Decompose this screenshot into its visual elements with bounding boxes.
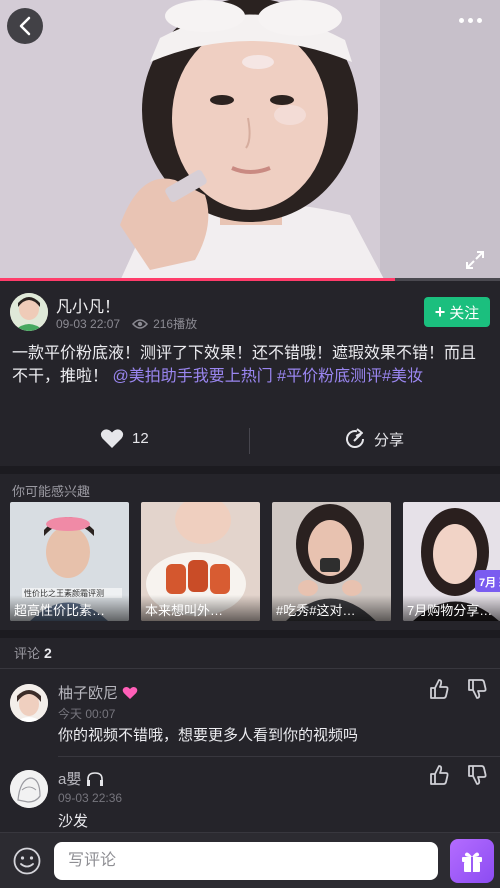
commenter-avatar[interactable] (10, 770, 48, 808)
comment-divider (58, 756, 500, 757)
recommend-caption: #吃秀#这对… (272, 595, 391, 621)
comment-time: 今天 00:07 (58, 707, 116, 721)
comments-header: 评论 2 (14, 643, 52, 662)
view-count: 216播放 (132, 315, 197, 332)
comment-text: 沙发 (58, 813, 89, 830)
thumbs-down-icon[interactable] (466, 764, 488, 786)
chevron-left-icon (19, 16, 31, 36)
section-separator (0, 466, 500, 474)
comment-composer (0, 832, 500, 888)
thumbs-up-icon[interactable] (428, 764, 450, 786)
recommend-list: 性价比之王素颜霜评测 超高性价比素… 本来想叫外… #吃秀#这对… 7月 7月购… (10, 502, 500, 622)
share-label: 分享 (374, 431, 405, 449)
thumb-badge: 7月 彩妆 (479, 577, 500, 589)
like-button[interactable]: 12 (100, 428, 149, 449)
comment-text: 你的视频不错哦，想要更多人看到你的视频吗 (58, 727, 359, 744)
commenter-name-text: a嬰 (58, 771, 82, 788)
post-description: 一款平价粉底液！测评了下效果！还不错哦！遮瑕效果不错！而且不干，推啦！ @美拍助… (12, 342, 490, 388)
back-button[interactable] (7, 8, 43, 44)
author-row: 凡小凡！ 09-03 22:07 216播放 + 关注 (0, 290, 500, 336)
section-separator (0, 630, 500, 638)
post-date: 09-03 22:07 (56, 316, 121, 331)
author-avatar[interactable] (10, 293, 48, 331)
comments-count: 2 (44, 645, 52, 661)
post-meta: 09-03 22:07 216播放 (56, 315, 197, 332)
more-options-icon[interactable] (459, 18, 482, 23)
recommend-video-3[interactable]: #吃秀#这对… (272, 502, 391, 621)
hashtag-link-tail[interactable]: 美妆 (391, 368, 423, 385)
pink-heart-icon (122, 686, 138, 699)
author-name[interactable]: 凡小凡！ (56, 293, 120, 317)
commenter-name-text: 柚子欧尼 (58, 685, 119, 702)
recommend-caption: 7月购物分享… (403, 595, 500, 621)
comments-divider (0, 668, 500, 669)
follow-label: 关注 (449, 304, 480, 322)
plus-icon: + (434, 301, 446, 322)
recommend-caption: 超高性价比素… (10, 595, 129, 621)
headphone-glyph-icon (87, 771, 104, 786)
recommend-video-4[interactable]: 7月 彩妆 7月购物分享… (403, 502, 500, 621)
eye-icon (132, 318, 149, 329)
emoji-icon[interactable] (12, 846, 42, 876)
comment-input[interactable] (54, 842, 438, 880)
video-progress-fill (0, 278, 395, 281)
thumbs-up-icon[interactable] (428, 678, 450, 700)
heart-icon (100, 429, 124, 448)
action-divider (249, 428, 250, 454)
video-progress-bar[interactable] (0, 278, 500, 281)
gift-button[interactable] (450, 839, 494, 883)
fullscreen-icon[interactable] (464, 249, 486, 271)
recommend-caption: 本来想叫外… (141, 595, 260, 621)
mention-link[interactable]: @美拍助手我要上热门 (112, 368, 272, 385)
hashtag-link[interactable]: #平价粉底测评# (277, 368, 391, 385)
video-player[interactable] (0, 0, 500, 281)
recommend-video-1[interactable]: 性价比之王素颜霜评测 超高性价比素… (10, 502, 129, 621)
commenter-name[interactable]: a嬰 (58, 768, 105, 789)
thumbs-down-icon[interactable] (466, 678, 488, 700)
share-button[interactable]: 分享 (344, 428, 404, 450)
comments-label: 评论 (14, 646, 41, 661)
view-count-label: 216播放 (153, 317, 198, 331)
recommend-video-2[interactable]: 本来想叫外… (141, 502, 260, 621)
commenter-avatar[interactable] (10, 684, 48, 722)
recommend-title: 你可能感兴趣 (12, 484, 91, 499)
action-bar: 12 分享 (0, 424, 500, 456)
comment-time: 09-03 22:36 (58, 791, 123, 805)
follow-button[interactable]: + 关注 (424, 297, 490, 327)
gift-icon (462, 852, 482, 872)
share-icon (346, 428, 365, 448)
commenter-name[interactable]: 柚子欧尼 (58, 682, 138, 703)
like-count: 12 (132, 430, 149, 447)
video-frame (0, 0, 500, 281)
